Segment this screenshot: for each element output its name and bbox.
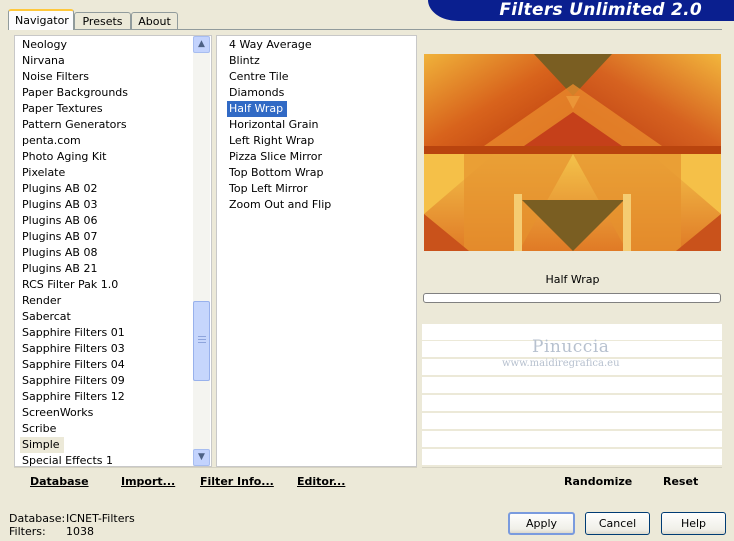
category-item[interactable]: Plugins AB 21: [20, 261, 130, 277]
category-item[interactable]: Plugins AB 08: [20, 245, 130, 261]
category-item[interactable]: Plugins AB 07: [20, 229, 130, 245]
filter-item[interactable]: Zoom Out and Flip: [227, 197, 333, 213]
randomize-button[interactable]: Randomize: [564, 475, 632, 488]
grip-line: [198, 336, 206, 337]
status-database-label: Database:: [9, 512, 66, 525]
category-item[interactable]: Paper Textures: [20, 101, 130, 117]
category-item[interactable]: Plugins AB 06: [20, 213, 130, 229]
right-toolbar: Randomize Reset: [422, 467, 722, 497]
category-item[interactable]: Sapphire Filters 03: [20, 341, 130, 357]
status-filters-value: 1038: [66, 525, 94, 538]
grip-line: [198, 339, 206, 340]
category-item[interactable]: Plugins AB 03: [20, 197, 130, 213]
filter-info-button[interactable]: Filter Info...: [200, 475, 274, 488]
cancel-button[interactable]: Cancel: [585, 512, 650, 535]
filter-item[interactable]: Centre Tile: [227, 69, 333, 85]
category-item[interactable]: Nirvana: [20, 53, 130, 69]
parameter-row[interactable]: [422, 413, 722, 430]
category-item[interactable]: Paper Backgrounds: [20, 85, 130, 101]
category-item[interactable]: Neology: [20, 37, 130, 53]
tab-presets[interactable]: Presets: [74, 12, 131, 29]
apply-button[interactable]: Apply: [508, 512, 575, 535]
category-item[interactable]: Noise Filters: [20, 69, 130, 85]
category-item[interactable]: RCS Filter Pak 1.0: [20, 277, 130, 293]
import-button[interactable]: Import...: [121, 475, 175, 488]
preview-graphic: [424, 54, 721, 251]
reset-button[interactable]: Reset: [663, 475, 698, 488]
category-list-panel[interactable]: Neology Nirvana Noise Filters Paper Backgro…: [14, 35, 212, 467]
filter-list[interactable]: 4 Way Average Blintz Centre Tile Diamonds Ha…: [227, 37, 333, 213]
filter-name-label: Half Wrap: [424, 270, 721, 290]
parameter-area: [422, 305, 722, 466]
filter-item[interactable]: 4 Way Average: [227, 37, 333, 53]
status-database-value: ICNET-Filters: [66, 512, 135, 525]
category-list[interactable]: Neology Nirvana Noise Filters Paper Backgro…: [20, 37, 130, 469]
category-item[interactable]: penta.com: [20, 133, 130, 149]
grip-line: [198, 342, 206, 343]
status-filters-label: Filters:: [9, 525, 46, 538]
app-title-banner: Filters Unlimited 2.0: [428, 0, 734, 21]
parameter-row[interactable]: [422, 449, 722, 466]
filter-item[interactable]: Diamonds: [227, 85, 333, 101]
scroll-down-button[interactable]: ▼: [193, 449, 210, 466]
preview-image: [424, 54, 721, 251]
category-scrollbar[interactable]: ▲ ▼: [193, 36, 210, 466]
tab-divider: [8, 29, 722, 30]
filter-item[interactable]: Half Wrap: [227, 101, 288, 117]
help-button[interactable]: Help: [661, 512, 726, 535]
parameter-row[interactable]: [422, 431, 722, 448]
category-item[interactable]: ScreenWorks: [20, 405, 130, 421]
category-item[interactable]: Photo Aging Kit: [20, 149, 130, 165]
filter-item[interactable]: Blintz: [227, 53, 333, 69]
tab-strip: Navigator Presets About: [8, 9, 178, 30]
editor-button[interactable]: Editor...: [297, 475, 345, 488]
category-item[interactable]: Simple: [20, 437, 64, 453]
category-item[interactable]: Sapphire Filters 04: [20, 357, 130, 373]
filter-item[interactable]: Top Left Mirror: [227, 181, 333, 197]
tab-navigator[interactable]: Navigator: [8, 9, 74, 30]
category-item[interactable]: Render: [20, 293, 130, 309]
scroll-up-button[interactable]: ▲: [193, 36, 210, 53]
filter-item[interactable]: Left Right Wrap: [227, 133, 333, 149]
category-item[interactable]: Pixelate: [20, 165, 130, 181]
tab-about[interactable]: About: [131, 12, 178, 29]
category-item[interactable]: Sapphire Filters 12: [20, 389, 130, 405]
category-item[interactable]: Sapphire Filters 09: [20, 373, 130, 389]
filter-item[interactable]: Horizontal Grain: [227, 117, 333, 133]
watermark-url: www.maidiregrafica.eu: [502, 358, 620, 369]
category-item[interactable]: Pattern Generators: [20, 117, 130, 133]
category-item[interactable]: Sabercat: [20, 309, 130, 325]
watermark-name: Pinuccia: [532, 337, 610, 357]
filter-list-panel[interactable]: 4 Way Average Blintz Centre Tile Diamonds Ha…: [216, 35, 417, 467]
filter-item[interactable]: Pizza Slice Mirror: [227, 149, 333, 165]
filter-item[interactable]: Top Bottom Wrap: [227, 165, 333, 181]
category-item[interactable]: Sapphire Filters 01: [20, 325, 130, 341]
scroll-thumb[interactable]: [193, 301, 210, 381]
parameter-row[interactable]: [422, 377, 722, 394]
progress-bar: [423, 293, 721, 303]
category-item[interactable]: Scribe: [20, 421, 130, 437]
parameter-row[interactable]: [422, 395, 722, 412]
parameter-header: [422, 305, 722, 324]
category-item[interactable]: Plugins AB 02: [20, 181, 130, 197]
database-button[interactable]: Database: [30, 475, 89, 488]
left-toolbar: Database Import... Filter Info... Editor…: [14, 467, 417, 497]
